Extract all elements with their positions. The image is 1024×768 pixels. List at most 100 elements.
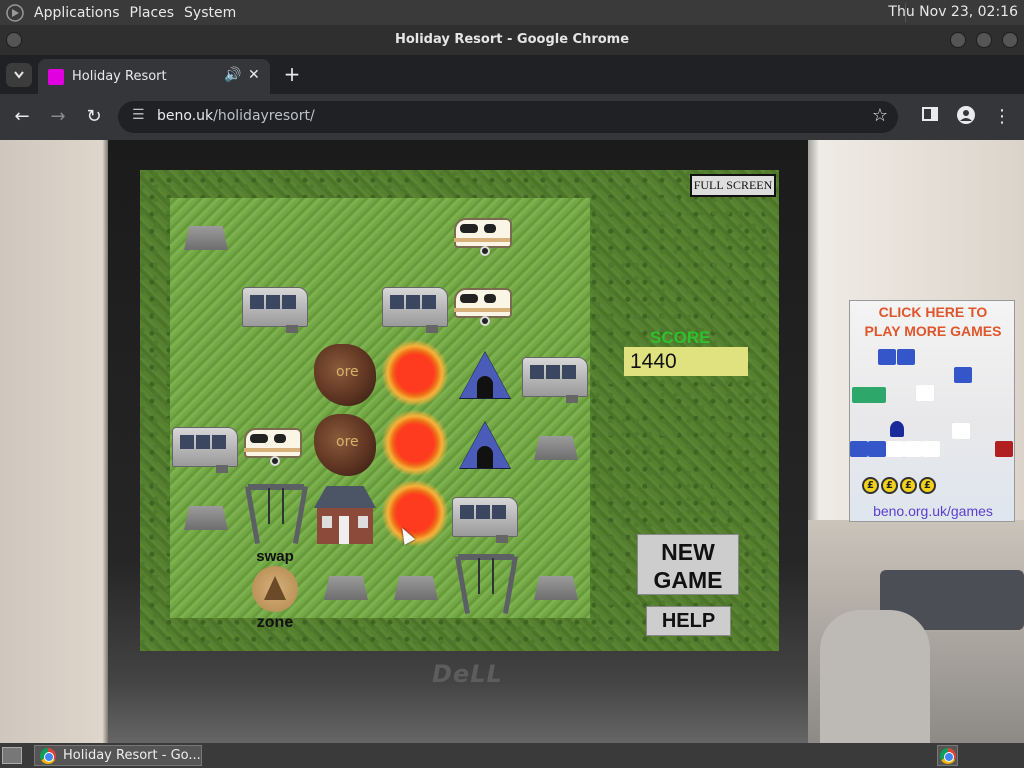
board-cell[interactable] bbox=[310, 268, 380, 338]
game-board[interactable]: ore ore bbox=[170, 198, 590, 618]
board-cell[interactable] bbox=[380, 478, 450, 548]
board-cell[interactable] bbox=[520, 268, 590, 338]
board-cell[interactable] bbox=[380, 548, 450, 618]
clock[interactable]: Thu Nov 23, 02:16 bbox=[888, 4, 1018, 20]
board-cell[interactable] bbox=[240, 478, 310, 548]
swing-leg bbox=[503, 556, 518, 614]
board-cell[interactable] bbox=[170, 408, 240, 478]
swap-zone-slot[interactable] bbox=[252, 566, 298, 612]
game-canvas[interactable]: ore ore swap zone FULL SCREEN SCORE 1440 … bbox=[140, 170, 779, 651]
ad-block bbox=[916, 385, 934, 401]
board-cell[interactable] bbox=[170, 338, 240, 408]
board-cell[interactable] bbox=[380, 338, 450, 408]
static-caravan-step bbox=[286, 325, 298, 333]
board-cell[interactable] bbox=[380, 268, 450, 338]
reload-icon[interactable]: ↻ bbox=[83, 106, 105, 128]
minimize-button[interactable] bbox=[950, 32, 966, 48]
caravan-body bbox=[244, 428, 302, 458]
board-cell[interactable]: ore bbox=[310, 408, 380, 478]
window-titlebar[interactable]: Holiday Resort - Google Chrome bbox=[0, 25, 1024, 55]
board-cell[interactable] bbox=[520, 408, 590, 478]
tab-strip: Holiday Resort 🔊 ✕ + bbox=[0, 55, 1024, 94]
board-cell[interactable] bbox=[450, 268, 520, 338]
board-cell[interactable] bbox=[240, 408, 310, 478]
static-caravan-icon bbox=[522, 353, 588, 403]
board-cell[interactable] bbox=[170, 478, 240, 548]
swing-leg bbox=[293, 486, 308, 544]
ad-block bbox=[878, 349, 896, 365]
caravan-stripe bbox=[244, 448, 300, 452]
rock-icon bbox=[324, 576, 368, 600]
tent-body bbox=[460, 352, 510, 398]
board-cell[interactable] bbox=[450, 338, 520, 408]
close-tab-icon[interactable]: ✕ bbox=[248, 67, 260, 83]
back-arrow-icon[interactable]: ← bbox=[11, 106, 33, 128]
caravan-window bbox=[250, 434, 268, 443]
tent-icon bbox=[450, 408, 520, 478]
bookmark-star-icon[interactable]: ☆ bbox=[872, 105, 888, 126]
board-cell[interactable] bbox=[520, 548, 590, 618]
board-cell[interactable] bbox=[380, 408, 450, 478]
swap-zone[interactable]: swap zone bbox=[250, 548, 300, 638]
sun-icon bbox=[382, 340, 448, 406]
menu-places[interactable]: Places bbox=[130, 5, 175, 21]
full-screen-button[interactable]: FULL SCREEN bbox=[690, 174, 776, 197]
forward-arrow-icon[interactable]: → bbox=[47, 106, 69, 128]
board-cell[interactable] bbox=[450, 408, 520, 478]
ad-block bbox=[952, 423, 970, 439]
board-cell[interactable] bbox=[170, 198, 240, 268]
board-cell[interactable] bbox=[380, 198, 450, 268]
board-cell[interactable] bbox=[310, 478, 380, 548]
rock-icon bbox=[184, 506, 228, 530]
chrome-icon bbox=[940, 748, 956, 764]
url-text[interactable]: beno.uk/holidayresort/ bbox=[157, 108, 315, 124]
board-cell[interactable] bbox=[450, 198, 520, 268]
board-cell[interactable] bbox=[170, 548, 240, 618]
board-cell[interactable] bbox=[520, 338, 590, 408]
help-button[interactable]: HELP bbox=[646, 606, 731, 636]
speaker-icon[interactable]: 🔊 bbox=[224, 67, 241, 83]
board-cell[interactable] bbox=[310, 198, 380, 268]
tab-search-button[interactable] bbox=[6, 63, 32, 87]
ore-label: ore bbox=[336, 364, 359, 380]
board-cell[interactable] bbox=[310, 548, 380, 618]
static-caravan-window bbox=[492, 505, 506, 519]
static-caravan-icon bbox=[172, 423, 238, 473]
new-tab-button[interactable]: + bbox=[281, 63, 303, 85]
close-window-button[interactable] bbox=[1002, 32, 1018, 48]
more-games-ad[interactable]: CLICK HERE TO PLAY MORE GAMES £ £ £ £ be… bbox=[849, 300, 1015, 522]
board-cell[interactable] bbox=[240, 268, 310, 338]
tab-holiday-resort[interactable]: Holiday Resort 🔊 ✕ bbox=[38, 59, 270, 94]
show-desktop-icon[interactable] bbox=[2, 747, 22, 764]
score-value: 1440 bbox=[624, 347, 748, 376]
static-caravan-window bbox=[196, 435, 210, 449]
board-cell[interactable] bbox=[240, 338, 310, 408]
board-cell[interactable] bbox=[520, 198, 590, 268]
gnome-foot-icon[interactable] bbox=[6, 3, 24, 22]
static-caravan-step bbox=[426, 325, 438, 333]
caravan-window bbox=[460, 224, 478, 233]
tray-chrome-button[interactable] bbox=[937, 745, 958, 766]
menu-applications[interactable]: Applications bbox=[34, 5, 120, 21]
new-game-button[interactable]: NEW GAME bbox=[637, 534, 739, 595]
side-panel-icon[interactable] bbox=[919, 106, 941, 128]
taskbar-window-button[interactable]: Holiday Resort - Go... bbox=[34, 745, 202, 766]
board-cell[interactable]: ore bbox=[310, 338, 380, 408]
maximize-button[interactable] bbox=[976, 32, 992, 48]
ad-title: CLICK HERE TO PLAY MORE GAMES bbox=[850, 303, 1014, 341]
tent-icon bbox=[450, 338, 520, 408]
address-bar[interactable]: ☰ beno.uk/holidayresort/ ☆ bbox=[118, 101, 898, 133]
swing-rope bbox=[282, 488, 284, 524]
menu-system[interactable]: System bbox=[184, 5, 236, 21]
board-cell[interactable] bbox=[450, 478, 520, 548]
ad-link[interactable]: beno.org.uk/games bbox=[850, 503, 1014, 519]
board-cell[interactable] bbox=[170, 268, 240, 338]
board-cell[interactable] bbox=[520, 478, 590, 548]
window-menu-button[interactable] bbox=[6, 32, 22, 48]
board-cell[interactable] bbox=[240, 198, 310, 268]
top-panel: Applications Places System Thu Nov 23, 0… bbox=[0, 0, 1024, 25]
profile-icon[interactable] bbox=[955, 106, 977, 128]
site-settings-icon[interactable]: ☰ bbox=[132, 107, 145, 123]
board-cell[interactable] bbox=[450, 548, 520, 618]
kebab-menu-icon[interactable]: ⋮ bbox=[991, 106, 1013, 128]
